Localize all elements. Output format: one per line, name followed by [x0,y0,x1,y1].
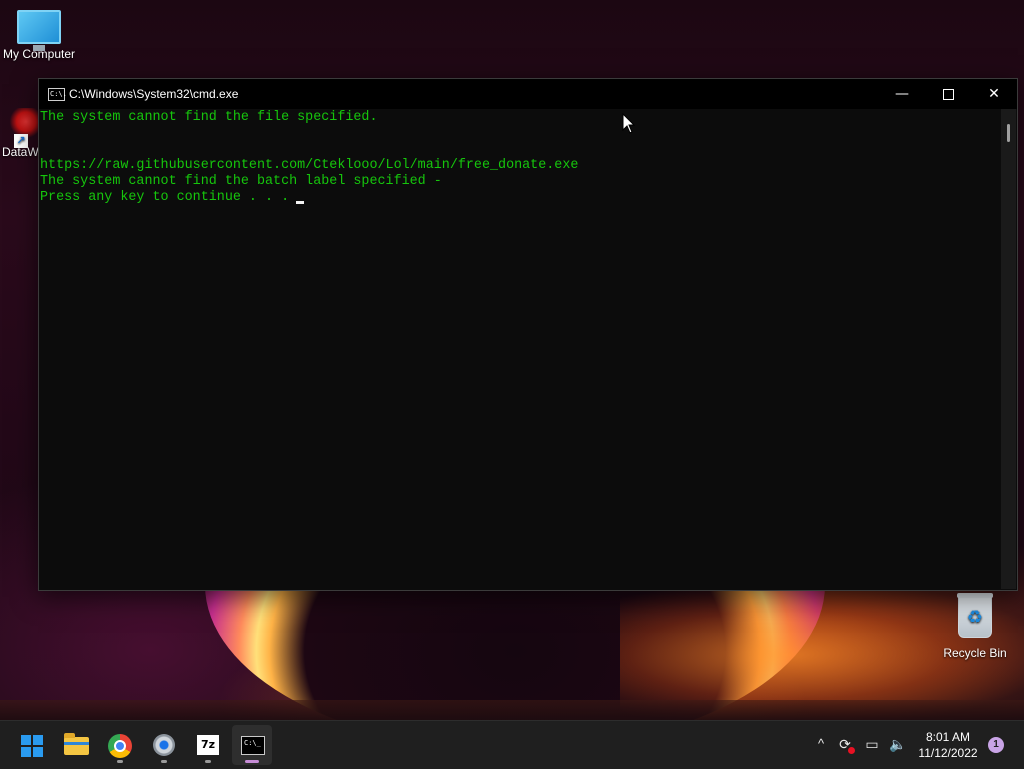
monitor-icon [17,10,61,51]
tray-volume[interactable]: 🔈 [886,733,910,757]
maximize-icon [942,88,954,100]
shortcut-arrow-icon: ↗ [14,134,28,148]
terminal-icon: C:\_ [241,736,265,755]
console-line: The system cannot find the file specifie… [40,110,378,125]
minimize-button[interactable]: — [879,79,925,109]
recycle-symbol-icon: ♻ [966,607,984,627]
console-line: Press any key to continue . . . [40,190,290,205]
vertical-scrollbar[interactable] [1001,109,1016,589]
wallpaper-floor [0,700,1024,720]
show-hidden-icons-button[interactable]: ^ [809,733,833,757]
taskbar: 7z C:\_ ^ ⟳ ▭ 🔈 8:01 AM 11/12/2022 1 [0,720,1024,769]
console-line: The system cannot find the batch label s… [40,174,442,189]
taskbar-chrome[interactable] [100,725,140,765]
maximize-button[interactable] [925,79,971,109]
gear-icon [153,734,175,756]
folder-icon [64,733,89,755]
recycle-bin-icon: ♻ [957,593,993,638]
error-badge [848,747,855,754]
close-icon: ✕ [988,86,1000,102]
running-indicator [205,760,211,763]
console-output[interactable]: The system cannot find the file specifie… [39,109,999,588]
network-icon: ▭ [865,736,879,752]
tray-sync[interactable]: ⟳ [833,733,857,757]
cmd-window[interactable]: C:\. C:\Windows\System32\cmd.exe — ✕ The… [38,78,1018,591]
running-indicator [117,760,123,763]
taskbar-file-explorer[interactable] [56,725,96,765]
desktop-icon-dataw[interactable]: ↗ DataW [0,108,40,159]
volume-icon: 🔈 [889,736,907,752]
scrollbar-thumb[interactable] [1007,124,1010,142]
console-line: https://raw.githubusercontent.com/Cteklo… [40,158,579,173]
taskbar-7zip[interactable]: 7z [188,725,228,765]
mouse-pointer-icon [622,113,636,134]
chevron-up-icon: ^ [817,736,825,751]
datawrapper-icon: ↗ [8,108,38,148]
7zip-icon: 7z [197,735,219,755]
active-indicator [245,760,259,763]
desktop-icon-my-computer[interactable]: My Computer [0,8,78,61]
desktop-icon-recycle-bin[interactable]: ♻ Recycle Bin [938,593,1012,660]
close-button[interactable]: ✕ [971,79,1017,109]
start-button[interactable] [12,725,52,765]
cmd-icon: C:\. [48,88,67,101]
taskbar-clock[interactable]: 8:01 AM 11/12/2022 [912,729,984,761]
running-indicator [161,760,167,763]
notification-badge[interactable]: 1 [988,737,1004,753]
window-title: C:\Windows\System32\cmd.exe [69,87,239,101]
text-cursor [296,201,304,204]
minimize-icon: — [895,86,909,102]
taskbar-settings[interactable] [144,725,184,765]
chrome-icon [108,734,132,758]
windows-logo-icon [21,735,43,757]
taskbar-command-prompt[interactable]: C:\_ [232,725,272,765]
desktop-icon-label: Recycle Bin [943,646,1007,660]
tray-network[interactable]: ▭ [860,733,884,757]
clock-date: 11/12/2022 [918,746,978,760]
window-titlebar[interactable]: C:\. C:\Windows\System32\cmd.exe — ✕ [39,79,1017,109]
clock-time: 8:01 AM [925,730,971,744]
